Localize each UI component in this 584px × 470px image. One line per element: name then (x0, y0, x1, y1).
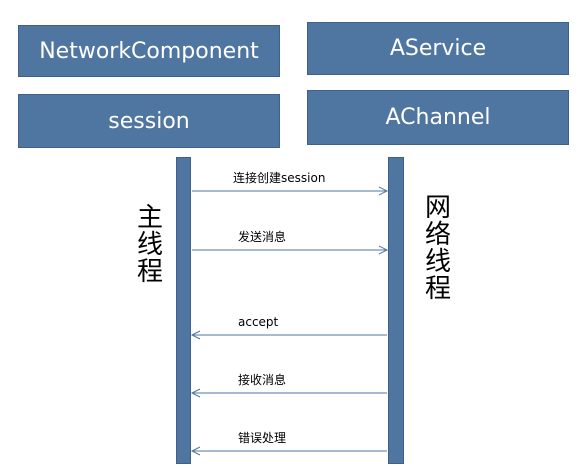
message-label: 发送消息 (238, 229, 286, 244)
message-label: accept (238, 315, 279, 329)
message-label: 接收消息 (238, 372, 286, 387)
message-label: 错误处理 (238, 431, 286, 445)
message-arrows: 连接创建session 发送消息 accept 接收消息错误处理 (190, 170, 389, 456)
message-label: 连接创建session (233, 170, 325, 185)
